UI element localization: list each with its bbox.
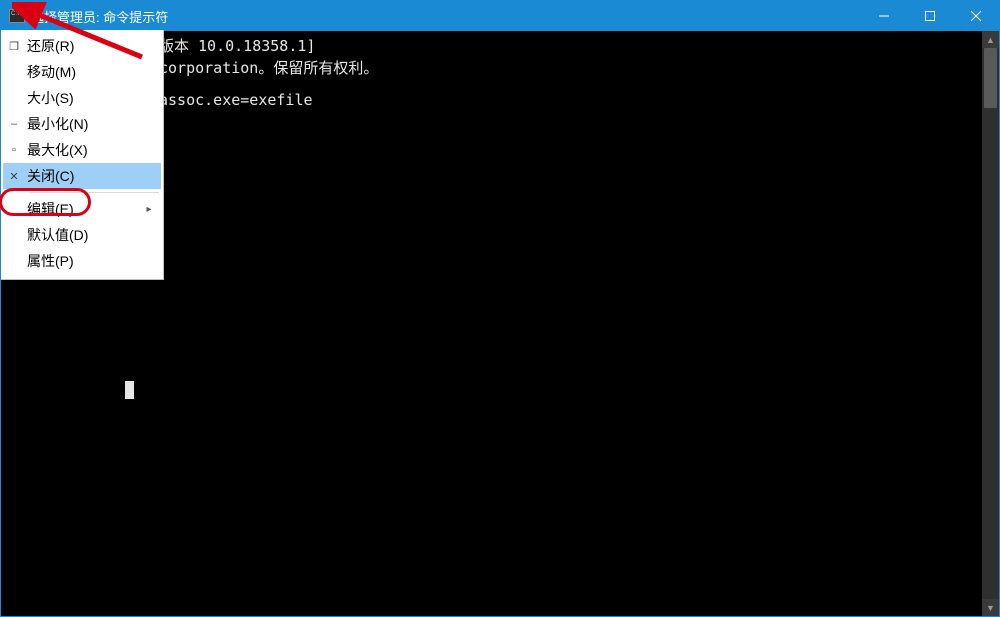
scroll-down-button[interactable]: ▼ [982, 599, 999, 616]
system-menu: ❐还原(R)移动(M)大小(S)–最小化(N)▫最大化(X)✕关闭(C)编辑(E… [1, 30, 164, 280]
menu-item[interactable]: –最小化(N) [3, 111, 161, 137]
menu-item-label: 最小化(N) [25, 114, 143, 134]
menu-item[interactable]: ✕关闭(C) [3, 163, 161, 189]
command-prompt-window: 选择管理员: 命令提示符 版本 10.0.18358.1] corporatio… [0, 0, 1000, 617]
submenu-arrow-icon: ▸ [143, 204, 155, 215]
menu-item[interactable]: 大小(S) [3, 85, 161, 111]
minimize-button[interactable] [861, 1, 907, 31]
menu-separator [29, 192, 159, 193]
close-icon: ✕ [3, 170, 25, 183]
menu-item[interactable]: 默认值(D) [3, 222, 161, 248]
menu-item[interactable]: 属性(P) [3, 248, 161, 274]
menu-item-label: 还原(R) [25, 36, 143, 56]
console-line: corporation。保留所有权利。 [159, 57, 378, 79]
minimize-icon: – [3, 118, 25, 130]
maximize-icon: ▫ [3, 144, 25, 156]
close-icon [971, 11, 981, 21]
maximize-icon [925, 11, 935, 21]
menu-item-label: 移动(M) [25, 62, 143, 82]
console-line: 版本 10.0.18358.1] [159, 35, 315, 57]
minimize-icon [879, 11, 889, 21]
menu-item-label: 编辑(E) [25, 199, 143, 219]
scroll-up-button[interactable]: ▲ [982, 31, 999, 48]
menu-item-label: 大小(S) [25, 88, 143, 108]
scroll-thumb[interactable] [984, 48, 997, 108]
menu-item-label: 关闭(C) [25, 166, 143, 186]
menu-item[interactable]: ▫最大化(X) [3, 137, 161, 163]
console-line: assoc.exe=exefile [159, 89, 313, 111]
menu-item[interactable]: 编辑(E)▸ [3, 196, 161, 222]
menu-item-label: 最大化(X) [25, 140, 143, 160]
titlebar[interactable]: 选择管理员: 命令提示符 [1, 1, 999, 31]
maximize-button[interactable] [907, 1, 953, 31]
window-title: 选择管理员: 命令提示符 [31, 7, 168, 26]
cmd-icon[interactable] [9, 9, 25, 23]
menu-item-label: 属性(P) [25, 251, 143, 271]
text-cursor [125, 381, 134, 399]
menu-item[interactable]: 移动(M) [3, 59, 161, 85]
menu-item-label: 默认值(D) [25, 225, 143, 245]
vertical-scrollbar[interactable]: ▲ ▼ [982, 31, 999, 616]
restore-icon: ❐ [3, 40, 25, 53]
close-button[interactable] [953, 1, 999, 31]
menu-item[interactable]: ❐还原(R) [3, 33, 161, 59]
